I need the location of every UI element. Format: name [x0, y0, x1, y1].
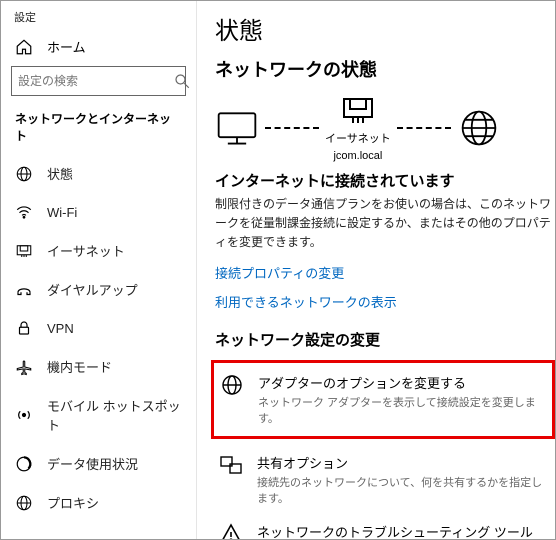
ethernet-node: イーサネット jcom.local: [325, 94, 391, 162]
nav-label: 機内モード: [47, 357, 112, 376]
vpn-icon: [15, 319, 33, 337]
nav-label: Wi-Fi: [47, 205, 77, 220]
network-diagram: イーサネット jcom.local: [215, 94, 555, 162]
nav-label: データ使用状況: [47, 454, 138, 473]
main-content: 状態 ネットワークの状態 イーサネット jcom.local: [197, 1, 555, 539]
app-title: 設定: [14, 9, 186, 25]
pc-icon: [215, 108, 259, 148]
option-sharing[interactable]: 共有オプション 接続先のネットワークについて、何を共有するかを指定します。: [215, 445, 555, 514]
option-adapter[interactable]: アダプターのオプションを変更する ネットワーク アダプターを表示して接続設定を変…: [216, 365, 550, 434]
nav-airplane[interactable]: 機内モード: [1, 347, 196, 386]
home-label: ホーム: [47, 37, 86, 56]
search-input[interactable]: [18, 74, 173, 88]
connected-heading: インターネットに接続されています: [215, 170, 555, 191]
dialup-icon: [15, 281, 33, 299]
adapter-icon: [220, 373, 244, 397]
option-desc: 接続先のネットワークについて、何を共有するかを指定します。: [257, 474, 551, 506]
connection-line: [397, 127, 451, 129]
nav-label: イーサネット: [47, 241, 125, 260]
ethernet-domain: jcom.local: [333, 150, 382, 162]
globe-icon: [15, 494, 33, 512]
ethernet-icon: [341, 94, 375, 126]
nav: 状態 Wi-Fi イーサネット ダイヤルアップ VPN 機内モード: [1, 154, 196, 522]
ethernet-icon: [15, 242, 33, 260]
nav-label: ダイヤルアップ: [47, 280, 138, 299]
internet-node: [457, 108, 501, 148]
nav-proxy[interactable]: プロキシ: [1, 483, 196, 522]
warning-icon: [219, 522, 243, 539]
connected-body: 制限付きのデータ通信プランをお使いの場合は、このネットワークを従量制課金接続に設…: [215, 195, 555, 253]
home-button[interactable]: ホーム: [11, 31, 186, 66]
option-title: アダプターのオプションを変更する: [258, 373, 546, 392]
option-desc: ネットワーク アダプターを表示して接続設定を変更します。: [258, 394, 546, 426]
nav-status[interactable]: 状態: [1, 154, 196, 193]
nav-datausage[interactable]: データ使用状況: [1, 444, 196, 483]
nav-label: モバイル ホットスポット: [47, 396, 182, 434]
change-settings-heading: ネットワーク設定の変更: [215, 329, 555, 350]
home-icon: [15, 38, 33, 56]
nav-wifi[interactable]: Wi-Fi: [1, 193, 196, 231]
globe-icon: [15, 165, 33, 183]
nav-label: プロキシ: [47, 493, 99, 512]
wifi-icon: [15, 203, 33, 221]
section-title: ネットワークとインターネット: [1, 110, 196, 154]
nav-dialup[interactable]: ダイヤルアップ: [1, 270, 196, 309]
connection-line: [265, 127, 319, 129]
nav-hotspot[interactable]: モバイル ホットスポット: [1, 386, 196, 444]
page-title: 状態: [215, 11, 555, 46]
network-status-heading: ネットワークの状態: [215, 56, 555, 82]
nav-vpn[interactable]: VPN: [1, 309, 196, 347]
highlight-box: アダプターのオプションを変更する ネットワーク アダプターを表示して接続設定を変…: [211, 360, 555, 439]
link-connection-properties[interactable]: 接続プロパティの変更: [215, 263, 555, 282]
link-available-networks[interactable]: 利用できるネットワークの表示: [215, 292, 555, 311]
hotspot-icon: [15, 406, 33, 424]
pc-node: [215, 108, 259, 148]
datausage-icon: [15, 455, 33, 473]
option-troubleshoot[interactable]: ネットワークのトラブルシューティング ツール ネットワークの問題を診断し、解決し…: [215, 514, 555, 539]
globe-icon: [457, 108, 501, 148]
option-title: ネットワークのトラブルシューティング ツール: [257, 522, 533, 539]
airplane-icon: [15, 358, 33, 376]
search-box[interactable]: [11, 66, 186, 96]
nav-label: 状態: [47, 164, 73, 183]
nav-ethernet[interactable]: イーサネット: [1, 231, 196, 270]
search-icon: [173, 72, 191, 90]
sidebar: 設定 ホーム ネットワークとインターネット 状態 Wi-: [1, 1, 197, 539]
nav-label: VPN: [47, 321, 74, 336]
option-title: 共有オプション: [257, 453, 551, 472]
sharing-icon: [219, 453, 243, 477]
ethernet-label: イーサネット: [325, 130, 391, 146]
